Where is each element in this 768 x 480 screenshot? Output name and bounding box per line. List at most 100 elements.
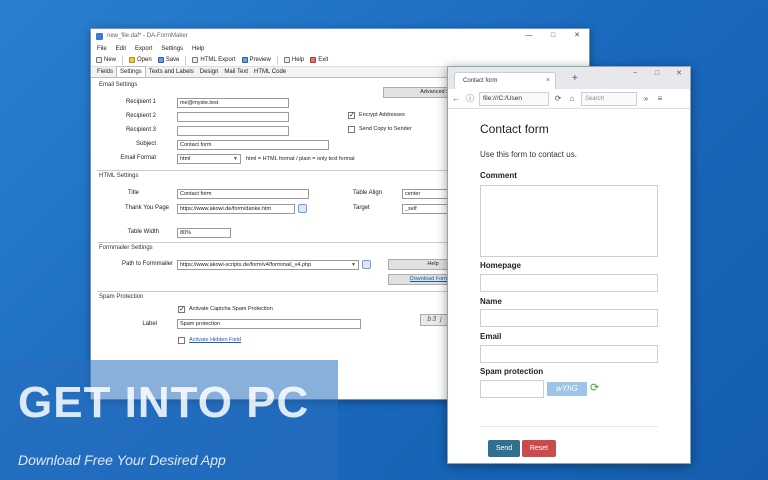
spam-protection-heading: Spam Protection	[99, 294, 144, 300]
email-format-select[interactable]: html ▼	[177, 154, 241, 164]
browse-icon[interactable]	[298, 204, 307, 213]
menu-file[interactable]: File	[97, 46, 107, 52]
tab-mail-text[interactable]: Mail Text	[221, 67, 251, 77]
preview-label: Preview	[249, 57, 271, 63]
tab-settings[interactable]: Settings	[116, 66, 146, 77]
form-divider	[480, 426, 658, 427]
browser-tab-strip: Contact form × + − □ ✕	[448, 67, 690, 89]
browser-minimize-button[interactable]: −	[624, 67, 646, 81]
help-icon	[283, 57, 290, 63]
close-button[interactable]: ✕	[565, 29, 589, 43]
name-input[interactable]	[480, 309, 658, 327]
browser-close-button[interactable]: ✕	[668, 67, 690, 81]
homepage-input[interactable]	[480, 274, 658, 292]
subject-label: Subject	[135, 141, 156, 147]
browser-tab[interactable]: Contact form ×	[454, 72, 556, 89]
send-copy-checkbox[interactable]	[348, 126, 355, 133]
minimize-button[interactable]: —	[517, 29, 541, 43]
table-align-select[interactable]: center	[402, 189, 447, 199]
hidden-field-checkbox[interactable]	[178, 337, 185, 344]
captcha-image: b3 j	[420, 314, 450, 326]
email-input[interactable]	[480, 345, 658, 363]
tab-texts-and-labels[interactable]: Texts and Labels	[146, 67, 197, 77]
send-button[interactable]: Send	[488, 440, 520, 457]
new-tab-button[interactable]: +	[572, 73, 578, 84]
reset-button[interactable]: Reset	[522, 440, 556, 457]
formmailer-settings-heading: Formmailer Settings	[99, 245, 153, 251]
html-export-button[interactable]: HTML Export	[192, 57, 236, 63]
app-icon	[96, 32, 103, 40]
comment-label: Comment	[480, 171, 517, 180]
tab-html-code[interactable]: HTML Code	[251, 67, 289, 77]
new-file-icon	[96, 57, 102, 63]
preview-button[interactable]: Preview	[241, 57, 271, 63]
menu-help[interactable]: Help	[192, 46, 204, 52]
tab-design[interactable]: Design	[197, 67, 222, 77]
refresh-captcha-icon[interactable]: ⟳	[590, 381, 599, 394]
info-icon[interactable]: ⓘ	[465, 93, 475, 104]
recipient2-label: Recipient 2	[125, 113, 156, 119]
target-select[interactable]: _self	[402, 204, 447, 214]
maximize-button[interactable]: □	[541, 29, 565, 43]
table-width-input[interactable]: 80%	[177, 228, 231, 238]
menu-export[interactable]: Export	[135, 46, 152, 52]
save-icon	[157, 57, 164, 63]
formmailer-path-value: https://www.akowi-scripts.de/form/v4/for…	[180, 262, 312, 268]
name-label: Name	[480, 297, 502, 306]
form-description: Use this form to contact us.	[480, 150, 577, 159]
activate-hidden-field-link[interactable]: Activate Hidden Field	[189, 337, 241, 343]
email-label: Email	[480, 332, 502, 341]
table-width-label: Table Width	[127, 229, 159, 235]
target-label: Target	[353, 205, 370, 211]
recipient3-input[interactable]	[177, 126, 289, 136]
watermark-title: GET INTO PC	[18, 378, 310, 427]
activate-captcha-checkbox[interactable]	[178, 305, 185, 313]
new-button[interactable]: New	[96, 57, 116, 63]
activate-captcha-label: Activate Captcha Spam Protection	[189, 306, 273, 312]
formmailer-path-select[interactable]: https://www.akowi-scripts.de/form/v4/for…	[177, 260, 359, 270]
title-bar: new_file.daf* - DA-FormMaker — □ ✕	[91, 29, 589, 43]
menu-bar: File Edit Export Settings Help	[91, 43, 589, 54]
save-label: Save	[165, 57, 180, 63]
save-button[interactable]: Save	[157, 57, 180, 63]
url-bar[interactable]: file:///C:/Usen	[479, 91, 549, 106]
reload-icon[interactable]: ⟳	[553, 94, 563, 103]
recipient1-label: Recipient 1	[125, 99, 156, 105]
help-button[interactable]: Help	[283, 57, 305, 63]
browser-tab-title: Contact form	[463, 78, 498, 84]
browser-search-input[interactable]: Search	[581, 91, 637, 106]
menu-edit[interactable]: Edit	[116, 46, 126, 52]
subject-input[interactable]: Contact form	[177, 140, 329, 150]
tab-fields[interactable]: Fields	[94, 67, 116, 77]
export-icon	[192, 57, 199, 63]
recipient3-label: Recipient 3	[125, 127, 156, 133]
menu-settings[interactable]: Settings	[161, 46, 183, 52]
recipient2-input[interactable]	[177, 112, 289, 122]
thank-you-page-label: Thank You Page	[124, 205, 169, 211]
close-tab-icon[interactable]: ×	[546, 73, 550, 89]
spam-protection-label: Spam protection	[480, 367, 544, 376]
exit-button[interactable]: Exit	[310, 57, 328, 63]
encrypt-addresses-label: Encrypt Addresses	[359, 112, 405, 118]
html-title-input[interactable]: Contact form	[177, 189, 309, 199]
html-title-label: Title	[127, 190, 139, 196]
recipient1-input[interactable]: me@myste.test	[177, 98, 289, 108]
form-title: Contact form	[480, 122, 549, 136]
browse-icon[interactable]	[362, 260, 371, 269]
comment-textarea[interactable]	[480, 185, 658, 257]
overflow-chevron-icon[interactable]: »	[641, 94, 651, 103]
browser-maximize-button[interactable]: □	[646, 67, 668, 81]
hamburger-menu-icon[interactable]: ≡	[655, 94, 665, 103]
email-format-label: Email Format	[120, 155, 156, 161]
encrypt-addresses-checkbox[interactable]	[348, 111, 355, 119]
thank-you-page-input[interactable]: https://www.akowi.de/form/danke.htm	[177, 204, 295, 214]
browser-nav-bar: ← ⓘ file:///C:/Usen ⟳ ⌂ Search » ≡	[448, 89, 690, 109]
open-button[interactable]: Open	[129, 57, 152, 63]
home-icon[interactable]: ⌂	[567, 94, 577, 103]
chevron-down-icon: ▼	[351, 262, 356, 268]
spam-label-input[interactable]: Spam protection	[177, 319, 361, 329]
help-label: Help	[291, 57, 305, 63]
captcha-input[interactable]	[480, 380, 544, 398]
homepage-label: Homepage	[480, 261, 521, 270]
back-arrow-icon[interactable]: ←	[451, 94, 461, 103]
